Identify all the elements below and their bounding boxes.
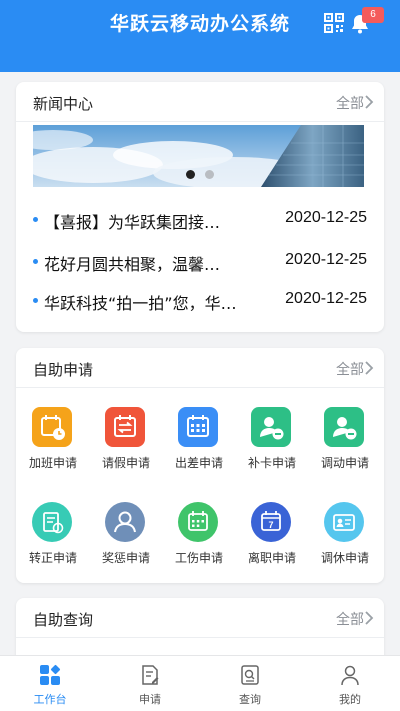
carousel-dot-active[interactable] <box>186 170 195 179</box>
news-item-title: 花好月圆共相聚，温馨… <box>44 255 221 274</box>
news-card-header: 新闻中心 全部 <box>16 82 384 122</box>
news-item-date: 2020-12-25 <box>285 290 367 307</box>
self-query-view-all-link[interactable]: 全部 <box>336 609 364 629</box>
bottom-tab-bar: 工作台 申请 查询 我的 <box>0 655 400 711</box>
transfer-apply-item[interactable]: 调动申请 <box>308 407 382 487</box>
news-item[interactable]: 【喜报】为华跃集团接… 2020-12-25 <box>33 208 367 232</box>
tab-query[interactable]: 查询 <box>200 656 300 711</box>
profile-icon <box>341 665 359 686</box>
clock-in-fix-apply-item[interactable]: 补卡申请 <box>235 407 309 487</box>
news-item-title: 【喜报】为华跃集团接… <box>44 213 221 232</box>
carousel-dot[interactable] <box>205 170 214 179</box>
regularization-icon <box>32 502 72 542</box>
self-apply-view-all-link[interactable]: 全部 <box>336 359 364 379</box>
qr-code-icon[interactable] <box>323 12 345 34</box>
resignation-apply-label: 离职申请 <box>247 551 296 565</box>
news-item-date: 2020-12-25 <box>285 209 367 226</box>
leave-apply-label: 请假申请 <box>101 456 150 470</box>
regularization-apply-label: 转正申请 <box>28 551 77 565</box>
overtime-calendar-icon <box>32 407 72 447</box>
tab-apply[interactable]: 申请 <box>100 656 200 711</box>
apply-icon <box>142 665 159 685</box>
leave-calendar-icon <box>105 407 145 447</box>
news-item[interactable]: 华跃科技“拍一拍”您，华… 2020-12-25 <box>33 289 367 313</box>
reward-user-icon <box>105 502 145 542</box>
bullet-icon <box>33 217 38 222</box>
reward-punish-apply-label: 奖惩申请 <box>101 551 150 565</box>
user-minus-icon <box>251 407 291 447</box>
chevron-right-icon[interactable] <box>364 360 374 376</box>
tab-workbench-label: 工作台 <box>33 693 67 706</box>
business-trip-calendar-icon <box>178 407 218 447</box>
clock-in-fix-apply-label: 补卡申请 <box>247 456 296 470</box>
tab-apply-label: 申请 <box>139 693 161 706</box>
tab-query-label: 查询 <box>239 693 261 706</box>
news-banner-image[interactable] <box>33 125 364 187</box>
bullet-icon <box>33 259 38 264</box>
self-query-header: 自助查询 全部 <box>16 598 384 638</box>
injury-apply-item[interactable]: 工伤申请 <box>162 502 236 582</box>
self-apply-title: 自助申请 <box>33 361 94 379</box>
bullet-icon <box>33 298 38 303</box>
self-apply-header: 自助申请 全部 <box>16 348 384 388</box>
self-query-title: 自助查询 <box>33 611 94 629</box>
overtime-apply-item[interactable]: 加班申请 <box>16 407 90 487</box>
tab-profile[interactable]: 我的 <box>300 656 400 711</box>
transfer-apply-label: 调动申请 <box>320 456 369 470</box>
workbench-icon <box>40 664 61 685</box>
svg-text:7: 7 <box>268 520 273 530</box>
query-icon <box>241 665 259 685</box>
injury-apply-label: 工伤申请 <box>174 551 223 565</box>
time-off-apply-item[interactable]: 调休申请 <box>308 502 382 582</box>
notification-badge: 6 <box>362 7 384 23</box>
news-section-title: 新闻中心 <box>33 95 94 113</box>
news-view-all-link[interactable]: 全部 <box>336 93 364 113</box>
chevron-right-icon[interactable] <box>364 94 374 110</box>
news-center-card: 新闻中心 全部 【喜报】为华跃集团接… 2020-12-25 花好月圆共相聚，温… <box>16 82 384 332</box>
tab-profile-label: 我的 <box>339 693 361 706</box>
news-item[interactable]: 花好月圆共相聚，温馨… 2020-12-25 <box>33 250 367 274</box>
chevron-right-icon[interactable] <box>364 610 374 626</box>
overtime-apply-label: 加班申请 <box>28 456 77 470</box>
self-apply-card: 自助申请 全部 加班申请 请假申请 出差申请 补卡申请 调动申请 转正申请 奖惩… <box>16 348 384 583</box>
leave-apply-item[interactable]: 请假申请 <box>89 407 163 487</box>
news-item-title: 华跃科技“拍一拍”您，华… <box>44 294 237 313</box>
news-item-date: 2020-12-25 <box>285 251 367 268</box>
injury-calendar-icon <box>178 502 218 542</box>
reward-punish-apply-item[interactable]: 奖惩申请 <box>89 502 163 582</box>
regularization-apply-item[interactable]: 转正申请 <box>16 502 90 582</box>
time-off-card-icon <box>324 502 364 542</box>
tab-workbench[interactable]: 工作台 <box>0 656 100 711</box>
business-trip-apply-item[interactable]: 出差申请 <box>162 407 236 487</box>
resign-calendar-icon: 7 <box>251 502 291 542</box>
resignation-apply-item[interactable]: 7 离职申请 <box>235 502 309 582</box>
time-off-apply-label: 调休申请 <box>320 551 369 565</box>
business-trip-apply-label: 出差申请 <box>174 456 223 470</box>
user-transfer-icon <box>324 407 364 447</box>
app-header: 华跃云移动办公系统 6 <box>0 0 400 72</box>
